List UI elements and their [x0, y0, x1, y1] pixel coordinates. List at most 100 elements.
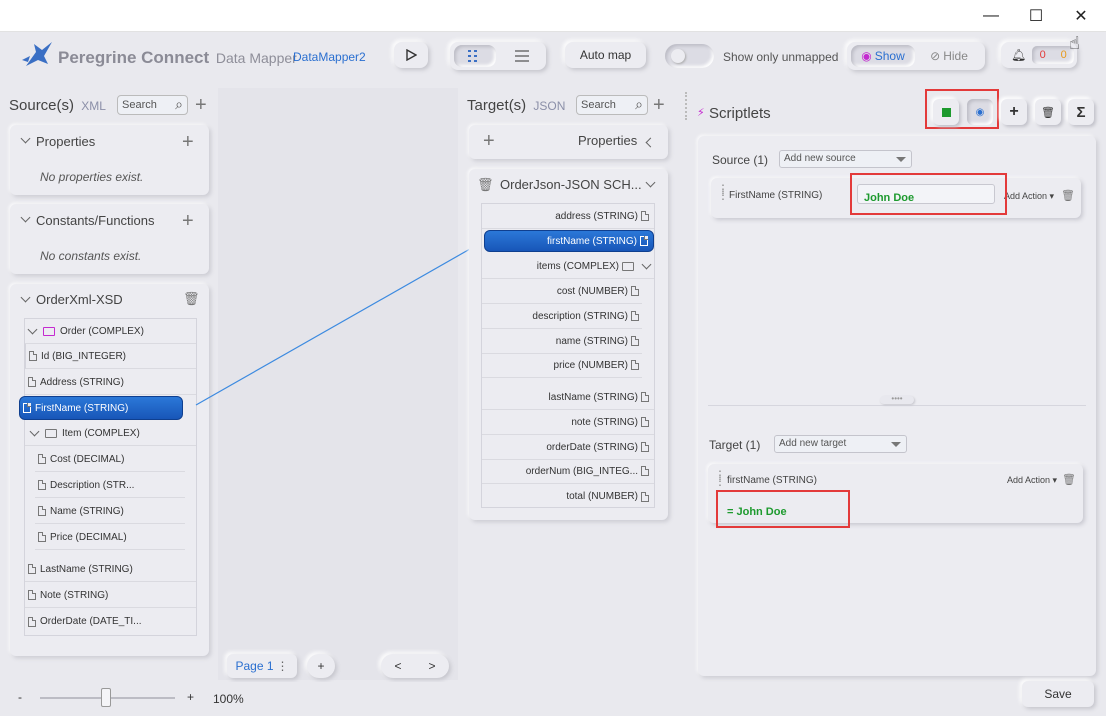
- tree-node[interactable]: orderNum (BIG_INTEG...: [482, 459, 654, 484]
- grid-view-button[interactable]: [454, 45, 496, 67]
- list-view-button[interactable]: [502, 45, 542, 67]
- node-label: Price (DECIMAL): [50, 531, 127, 543]
- tree-node[interactable]: price (NUMBER): [482, 353, 642, 378]
- source-search-placeholder: Search: [122, 99, 157, 111]
- tree-node[interactable]: Name (STRING): [35, 499, 185, 524]
- tree-node[interactable]: note (STRING): [482, 410, 654, 435]
- file-icon: [29, 351, 37, 361]
- tree-node[interactable]: description (STRING): [482, 304, 642, 329]
- tree-node[interactable]: orderDate (STRING): [482, 435, 654, 460]
- add-property-button[interactable]: +: [182, 132, 194, 152]
- node-label: LastName (STRING): [40, 563, 133, 575]
- stop-button[interactable]: [933, 99, 959, 125]
- chevron-down-icon[interactable]: [20, 212, 31, 223]
- tree-node[interactable]: total (NUMBER): [482, 484, 654, 509]
- trash-icon[interactable]: 🗑︎: [1061, 189, 1075, 202]
- target-search-input[interactable]: Search ⌕: [576, 95, 648, 115]
- target-title-text: Target(s): [467, 97, 527, 114]
- next-page-button[interactable]: >: [428, 659, 435, 673]
- file-icon: [28, 377, 36, 387]
- scriptlets-title: Scriptlets: [709, 105, 771, 122]
- file-icon: [38, 454, 46, 464]
- add-action-dropdown[interactable]: Add Action ▾: [1004, 191, 1054, 202]
- zoom-slider-handle[interactable]: [101, 688, 111, 707]
- target-properties-panel: + Properties: [469, 125, 668, 159]
- notifications-button[interactable]: 🔔︎ 0 0: [1001, 42, 1077, 68]
- delete-scriptlet-button[interactable]: 🗑︎: [1035, 99, 1061, 125]
- tree-node[interactable]: Address (STRING): [25, 370, 196, 395]
- auto-map-button[interactable]: Auto map: [565, 42, 646, 68]
- constants-title: Constants/Functions: [36, 213, 155, 228]
- eye-icon: ◉: [975, 106, 985, 118]
- toolbar: Peregrine Connect Data Mapper DataMapper…: [0, 32, 1106, 82]
- bell-icon: 🔔︎: [1011, 48, 1027, 62]
- functions-button[interactable]: Σ: [1068, 99, 1094, 125]
- tree-node[interactable]: name (STRING): [482, 329, 642, 354]
- add-target-property-button[interactable]: +: [483, 131, 495, 151]
- add-action-dropdown[interactable]: Add Action ▾: [1007, 475, 1057, 486]
- chevron-left-icon[interactable]: [645, 137, 656, 148]
- file-icon: [28, 564, 36, 574]
- tree-node[interactable]: Note (STRING): [25, 583, 196, 608]
- tree-node[interactable]: cost (NUMBER): [482, 279, 642, 304]
- chevron-down-icon[interactable]: [20, 133, 31, 144]
- add-page-button[interactable]: +: [307, 654, 335, 678]
- hide-button[interactable]: ⊘ Hide: [917, 45, 981, 67]
- source-search-input[interactable]: Search ⌕: [117, 95, 188, 115]
- source-properties-title: Properties: [36, 134, 96, 149]
- right-splitter[interactable]: [685, 92, 691, 120]
- add-source-button[interactable]: +: [195, 95, 207, 115]
- tree-node[interactable]: Price (DECIMAL): [35, 525, 185, 550]
- source-title: Source(s) XML: [9, 97, 106, 114]
- add-target-button[interactable]: +: [653, 95, 665, 115]
- folder-icon: [622, 261, 634, 271]
- run-button[interactable]: [394, 42, 428, 68]
- tree-node[interactable]: Id (BIG_INTEGER): [25, 344, 196, 369]
- tree-node[interactable]: lastName (STRING): [482, 385, 654, 410]
- mapping-canvas: [218, 88, 458, 680]
- add-scriptlet-button[interactable]: +: [1001, 99, 1027, 125]
- tree-node[interactable]: address (STRING): [482, 204, 654, 229]
- show-button[interactable]: ◉ Show: [851, 45, 915, 67]
- zoom-in-button[interactable]: +: [187, 690, 194, 704]
- save-button[interactable]: Save: [1022, 681, 1094, 707]
- tree-node[interactable]: Item (COMPLEX): [25, 421, 196, 446]
- tree-node[interactable]: items (COMPLEX): [482, 254, 654, 279]
- node-label: Order (COMPLEX): [60, 325, 144, 337]
- add-constant-button[interactable]: +: [182, 211, 194, 231]
- add-source-dropdown[interactable]: Add new source: [779, 150, 912, 168]
- minimize-button[interactable]: —: [968, 0, 1014, 32]
- close-button[interactable]: ✕: [1058, 0, 1104, 32]
- file-icon: [28, 590, 36, 600]
- tree-node[interactable]: Order (COMPLEX): [25, 319, 196, 344]
- tree-node[interactable]: OrderDate (DATE_TI...: [25, 609, 196, 634]
- hide-label: Hide: [943, 49, 968, 63]
- drag-handle-icon[interactable]: ⋮ ⋮: [717, 183, 729, 201]
- resize-handle[interactable]: ••••: [880, 395, 914, 404]
- tree-node-selected[interactable]: firstName (STRING): [484, 230, 654, 252]
- tree-node[interactable]: Cost (DECIMAL): [35, 447, 185, 472]
- trash-icon[interactable]: 🗑︎: [1062, 473, 1076, 486]
- list-view-icon: [515, 50, 529, 62]
- prev-page-button[interactable]: <: [394, 659, 401, 673]
- maximize-button[interactable]: ☐: [1013, 0, 1059, 32]
- search-icon: ⌕: [175, 96, 183, 112]
- preview-button[interactable]: ◉: [967, 99, 993, 125]
- chevron-down-icon[interactable]: [20, 292, 31, 303]
- tree-node[interactable]: Description (STR...: [35, 473, 185, 498]
- add-target-dropdown[interactable]: Add new target: [774, 435, 907, 453]
- page-tab[interactable]: Page 1 ⋮: [227, 654, 297, 678]
- tree-node-selected[interactable]: FirstName (STRING): [19, 396, 183, 420]
- show-only-unmapped-toggle[interactable]: [665, 44, 714, 68]
- trash-icon[interactable]: 🗑︎: [477, 177, 494, 193]
- trash-icon[interactable]: 🗑︎: [183, 291, 200, 307]
- file-icon: [641, 466, 649, 476]
- chevron-down-icon[interactable]: [645, 177, 656, 188]
- zoom-out-button[interactable]: -: [18, 690, 22, 704]
- target-properties-title: Properties: [578, 133, 638, 148]
- drag-handle-icon[interactable]: ⋮ ⋮: [714, 469, 726, 487]
- scriptlet-editor: Source (1) Add new source ⋮ ⋮ FirstName (…: [698, 136, 1096, 676]
- tree-node[interactable]: LastName (STRING): [25, 557, 196, 582]
- caret-down-icon: [891, 442, 901, 447]
- folder-icon: [45, 428, 57, 438]
